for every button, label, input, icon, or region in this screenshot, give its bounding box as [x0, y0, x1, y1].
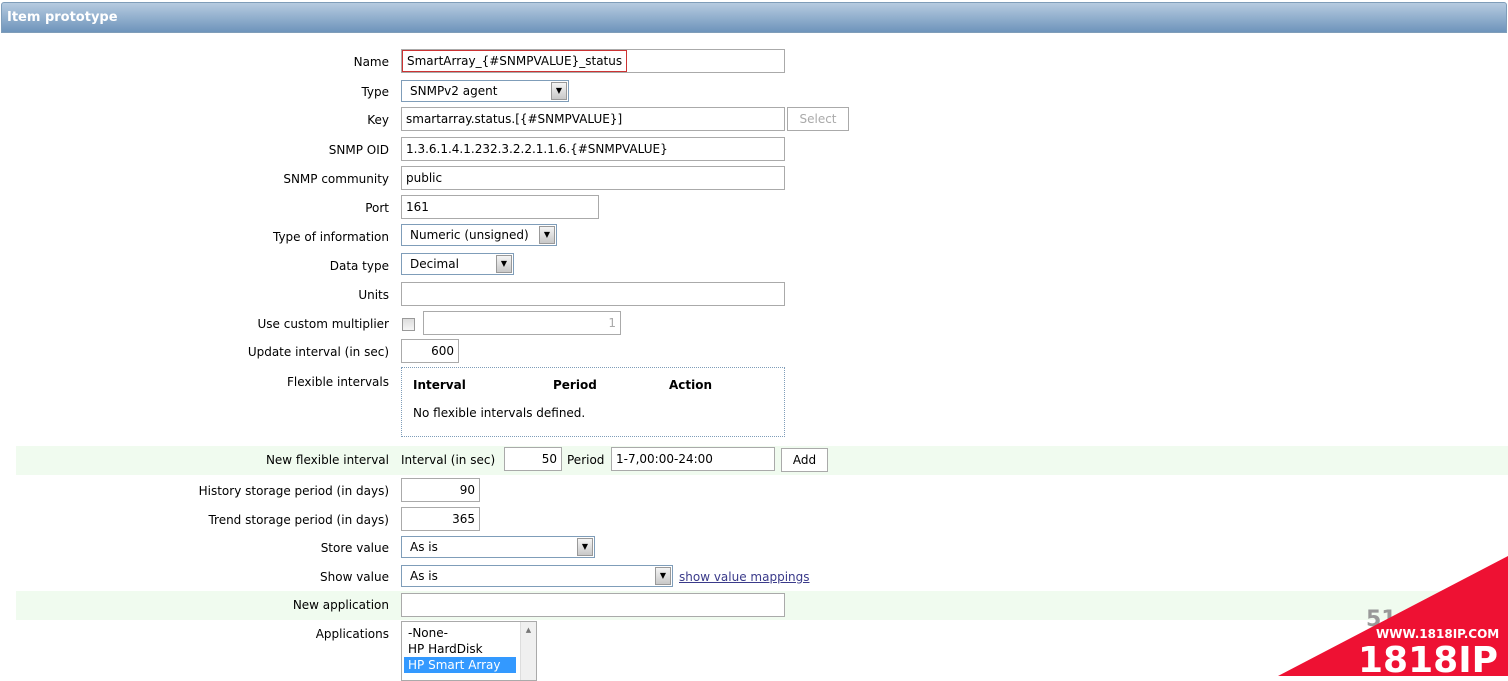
- app-option[interactable]: -None-: [404, 625, 534, 641]
- add-button[interactable]: Add: [781, 448, 828, 472]
- data-type-select[interactable]: Decimal ▼: [401, 253, 514, 275]
- row-update: Update interval (in sec) 600: [16, 338, 1508, 367]
- row-new-flex: New flexible interval Interval (in sec) …: [16, 446, 1508, 475]
- period-input[interactable]: 1-7,00:00-24:00: [611, 447, 775, 471]
- row-history: History storage period (in days) 90: [16, 477, 1508, 506]
- key-input[interactable]: smartarray.status.[{#SNMPVALUE}]: [401, 107, 785, 131]
- community-label: SNMP community: [283, 172, 389, 186]
- svg-text:WWW.1818IP.COM: WWW.1818IP.COM: [1376, 627, 1499, 641]
- type-label: Type: [361, 85, 389, 99]
- new-flex-label: New flexible interval: [265, 453, 389, 467]
- row-port: Port 161: [16, 194, 1508, 223]
- apps-label: Applications: [315, 627, 389, 641]
- data-type-value: Decimal: [410, 257, 459, 271]
- flex-label: Flexible intervals: [287, 375, 389, 389]
- new-app-label: New application: [292, 598, 389, 612]
- store-value: As is: [410, 540, 438, 554]
- row-type-info: Type of information Numeric (unsigned) ▼: [16, 223, 1508, 252]
- type-info-label: Type of information: [272, 230, 389, 244]
- show-value-mappings-link[interactable]: show value mappings: [679, 570, 810, 584]
- header-action: Action: [669, 378, 713, 392]
- name-input[interactable]: SmartArray_{#SNMPVALUE}_status: [401, 49, 785, 73]
- row-trend: Trend storage period (in days) 365: [16, 506, 1508, 535]
- row-name: Name SmartArray_{#SNMPVALUE}_status: [16, 48, 1508, 77]
- name-value: SmartArray_{#SNMPVALUE}_status: [402, 50, 628, 72]
- name-label: Name: [353, 55, 389, 69]
- update-label: Update interval (in sec): [247, 345, 389, 359]
- row-community: SNMP community public: [16, 165, 1508, 194]
- listbox-scrollbar[interactable]: ▲: [520, 622, 536, 680]
- app-option-selected[interactable]: HP Smart Array: [404, 657, 516, 673]
- history-label: History storage period (in days): [198, 484, 389, 498]
- interval-input[interactable]: 50: [504, 447, 562, 471]
- row-type: Type SNMPv2 agent ▼: [16, 78, 1508, 107]
- chevron-down-icon: ▼: [655, 567, 671, 585]
- units-input[interactable]: [401, 282, 785, 306]
- show-select[interactable]: As is ▼: [401, 565, 673, 587]
- port-label: Port: [365, 201, 389, 215]
- row-flex: Flexible intervals Interval Period Actio…: [16, 367, 1508, 438]
- chevron-down-icon: ▼: [496, 255, 512, 273]
- flex-empty-text: No flexible intervals defined.: [413, 406, 586, 420]
- row-units: Units: [16, 281, 1508, 310]
- data-type-label: Data type: [329, 259, 389, 273]
- key-label: Key: [367, 113, 389, 127]
- port-input[interactable]: 161: [401, 195, 599, 219]
- show-value: As is: [410, 569, 438, 583]
- type-info-select[interactable]: Numeric (unsigned) ▼: [401, 224, 557, 246]
- type-value: SNMPv2 agent: [410, 84, 498, 98]
- row-multiplier: Use custom multiplier 1: [16, 310, 1508, 339]
- header-period: Period: [553, 378, 597, 392]
- oid-input[interactable]: 1.3.6.1.4.1.232.3.2.2.1.1.6.{#SNMPVALUE}: [401, 137, 785, 161]
- interval-label: Interval (in sec): [401, 453, 496, 467]
- header-interval: Interval: [413, 378, 466, 392]
- history-input[interactable]: 90: [401, 478, 480, 502]
- chevron-down-icon: ▼: [539, 226, 555, 244]
- multiplier-checkbox[interactable]: [402, 318, 415, 331]
- period-label: Period: [567, 453, 605, 467]
- show-label: Show value: [320, 570, 389, 584]
- form-header: Item prototype: [1, 2, 1507, 33]
- store-label: Store value: [320, 541, 389, 555]
- trend-label: Trend storage period (in days): [208, 513, 389, 527]
- type-info-value: Numeric (unsigned): [410, 228, 529, 242]
- multiplier-input[interactable]: 1: [423, 311, 621, 335]
- row-oid: SNMP OID 1.3.6.1.4.1.232.3.2.2.1.1.6.{#S…: [16, 136, 1508, 165]
- oid-label: SNMP OID: [328, 143, 389, 157]
- trend-input[interactable]: 365: [401, 507, 480, 531]
- chevron-down-icon: ▼: [551, 82, 567, 100]
- row-key: Key smartarray.status.[{#SNMPVALUE}] Sel…: [16, 106, 1508, 135]
- multiplier-label: Use custom multiplier: [257, 317, 389, 331]
- applications-listbox[interactable]: -None- HP HardDisk HP Smart Array ▲: [401, 621, 537, 681]
- update-input[interactable]: 600: [401, 339, 459, 363]
- flex-intervals-table: Interval Period Action No flexible inter…: [401, 367, 785, 437]
- chevron-down-icon: ▼: [577, 538, 593, 556]
- store-select[interactable]: As is ▼: [401, 536, 595, 558]
- new-app-input[interactable]: [401, 593, 785, 617]
- units-label: Units: [358, 288, 389, 302]
- select-button[interactable]: Select: [787, 107, 849, 131]
- community-input[interactable]: public: [401, 166, 785, 190]
- app-option[interactable]: HP HardDisk: [404, 641, 534, 657]
- row-data-type: Data type Decimal ▼: [16, 252, 1508, 281]
- watermark-logo: 51 WWW.1818IP.COM 1818IP: [1278, 556, 1508, 681]
- svg-text:1818IP: 1818IP: [1358, 640, 1498, 676]
- type-select[interactable]: SNMPv2 agent ▼: [401, 80, 569, 102]
